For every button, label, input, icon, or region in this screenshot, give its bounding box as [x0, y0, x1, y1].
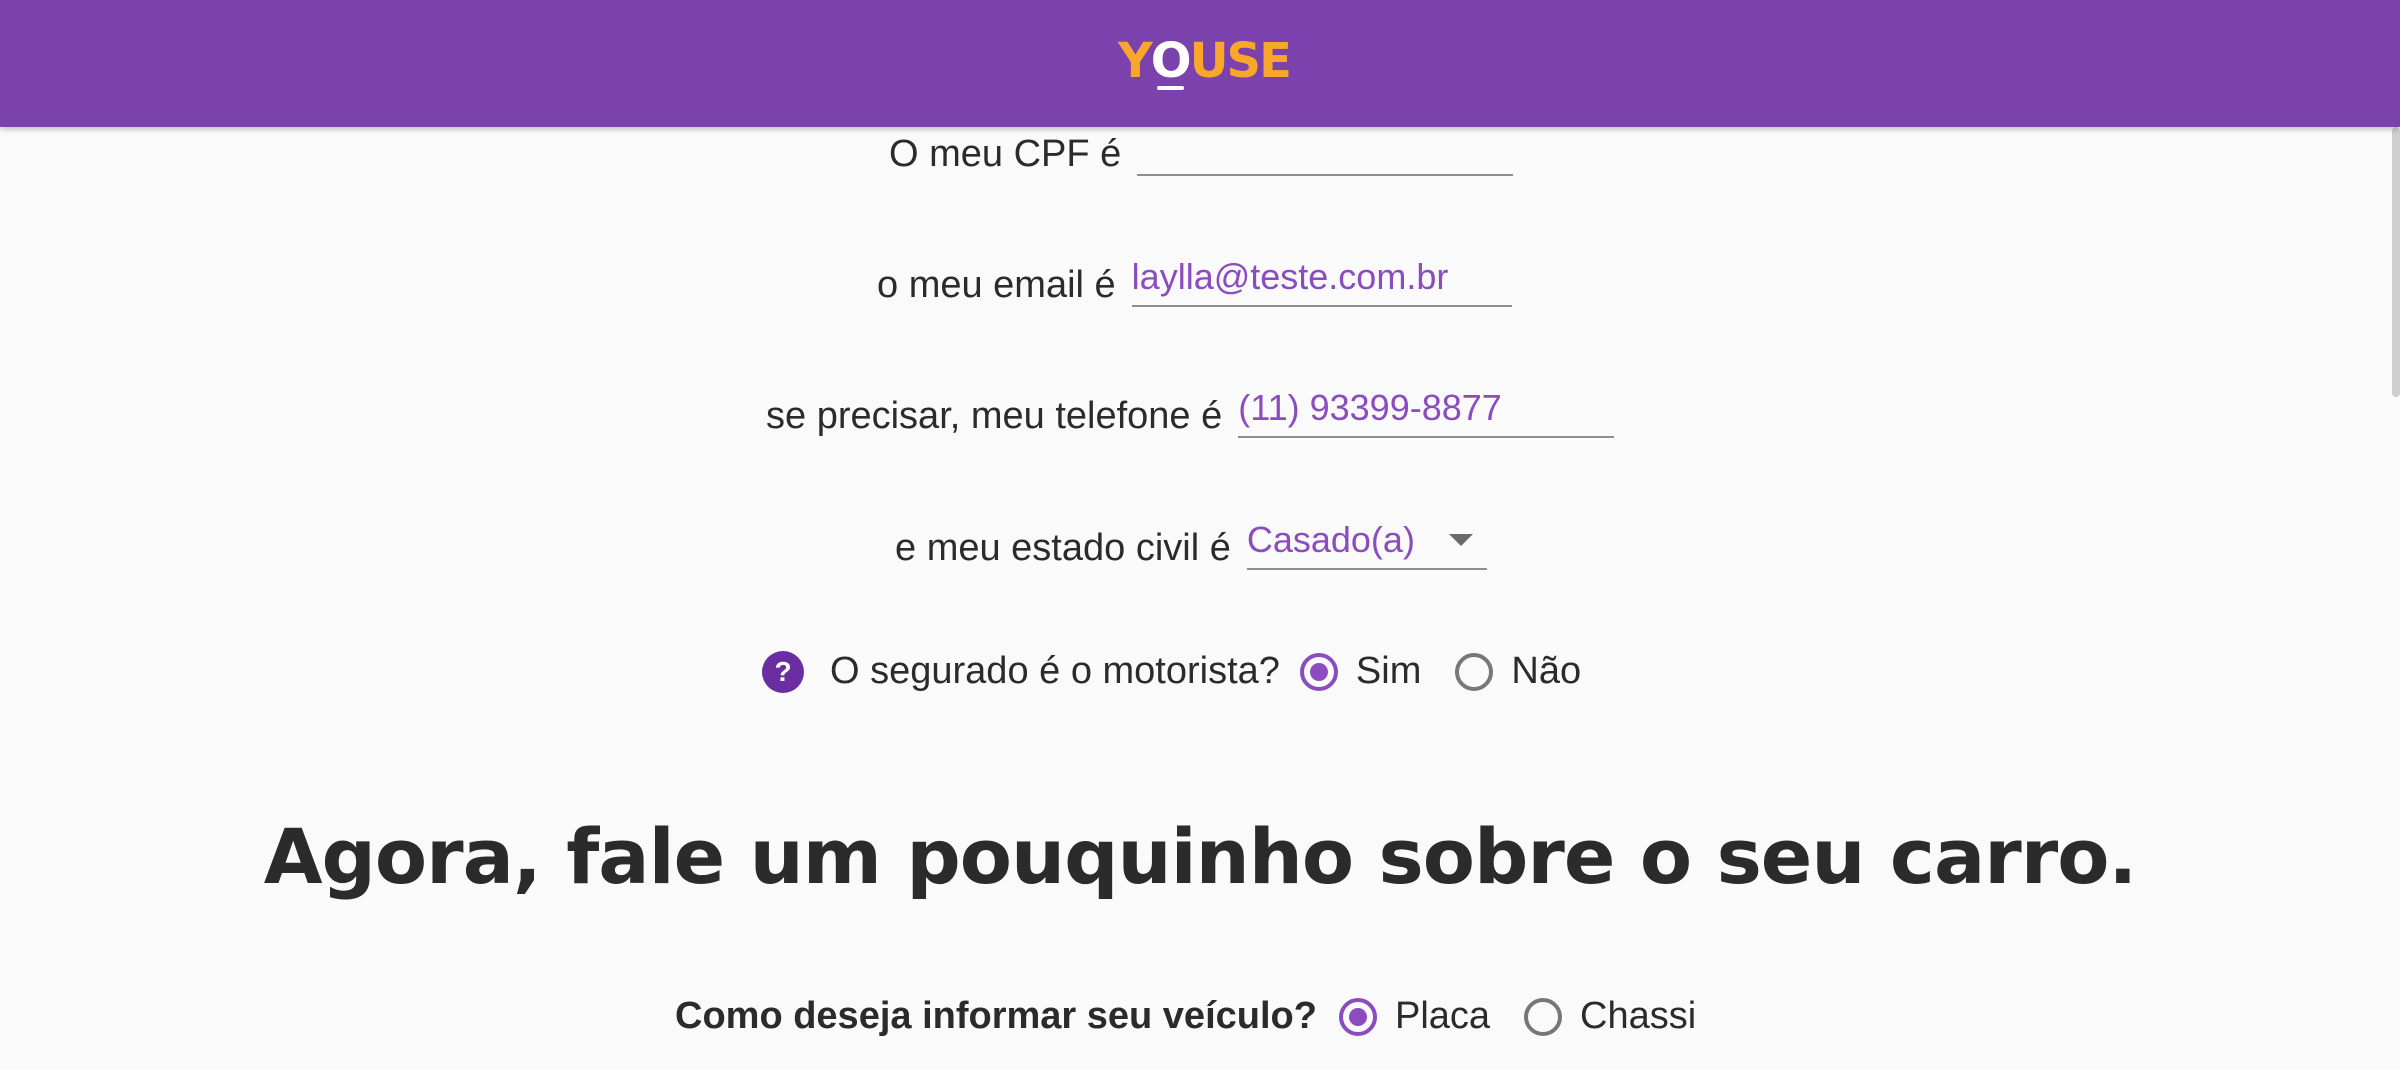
marital-row: e meu estado civil é Casado(a): [895, 512, 1487, 570]
scrollbar[interactable]: [2392, 127, 2400, 397]
page: YOUSE O meu CPF é o meu email é laylla@t…: [0, 0, 2400, 1070]
driver-question-row: ? O segurado é o motorista? Sim Não: [762, 650, 1615, 693]
email-label: o meu email é: [877, 264, 1116, 306]
vehicle-option-placa[interactable]: Placa: [1338, 995, 1491, 1038]
cpf-label: O meu CPF é: [889, 133, 1122, 175]
youse-logo[interactable]: YOUSE: [1118, 33, 1292, 90]
phone-value: (11) 93399-8877: [1238, 387, 1502, 428]
marital-value: Casado(a): [1246, 519, 1415, 560]
car-section-heading: Agora, fale um pouquinho sobre o seu car…: [263, 812, 2138, 901]
vehicle-option-chassi-label: Chassi: [1580, 995, 1697, 1037]
driver-option-nao-label: Não: [1511, 650, 1582, 692]
marital-label: e meu estado civil é: [895, 527, 1231, 569]
vehicle-option-chassi[interactable]: Chassi: [1524, 995, 1696, 1038]
phone-label: se precisar, meu telefone é: [766, 395, 1223, 437]
question-icon[interactable]: ?: [762, 650, 804, 693]
vehicle-question-row: Como deseja informar seu veículo? Placa …: [675, 995, 1730, 1038]
email-value: laylla@teste.com.br: [1131, 256, 1449, 297]
top-bar: YOUSE: [0, 0, 2400, 127]
vehicle-option-placa-label: Placa: [1394, 995, 1491, 1037]
phone-row: se precisar, meu telefone é (11) 93399-8…: [766, 380, 1615, 438]
driver-question-label: O segurado é o motorista?: [830, 650, 1280, 692]
driver-option-nao[interactable]: Não: [1455, 650, 1581, 693]
phone-field[interactable]: (11) 93399-8877: [1238, 380, 1615, 438]
radio-unselected-icon[interactable]: [1524, 997, 1563, 1036]
email-field[interactable]: laylla@teste.com.br: [1131, 249, 1512, 307]
vehicle-question-label: Como deseja informar seu veículo?: [675, 995, 1317, 1037]
email-row: o meu email é laylla@teste.com.br: [877, 249, 1512, 307]
chevron-down-icon[interactable]: [1448, 534, 1473, 546]
logo-letters-use: USE: [1189, 33, 1292, 89]
driver-option-sim[interactable]: Sim: [1299, 650, 1422, 693]
logo-letter-o: O: [1150, 33, 1192, 90]
radio-unselected-icon[interactable]: [1455, 652, 1494, 691]
logo-letter-y: Y: [1118, 33, 1153, 89]
driver-option-sim-label: Sim: [1355, 650, 1422, 692]
radio-selected-icon[interactable]: [1299, 652, 1338, 691]
radio-selected-icon[interactable]: [1338, 997, 1377, 1036]
marital-select[interactable]: Casado(a): [1246, 512, 1487, 570]
